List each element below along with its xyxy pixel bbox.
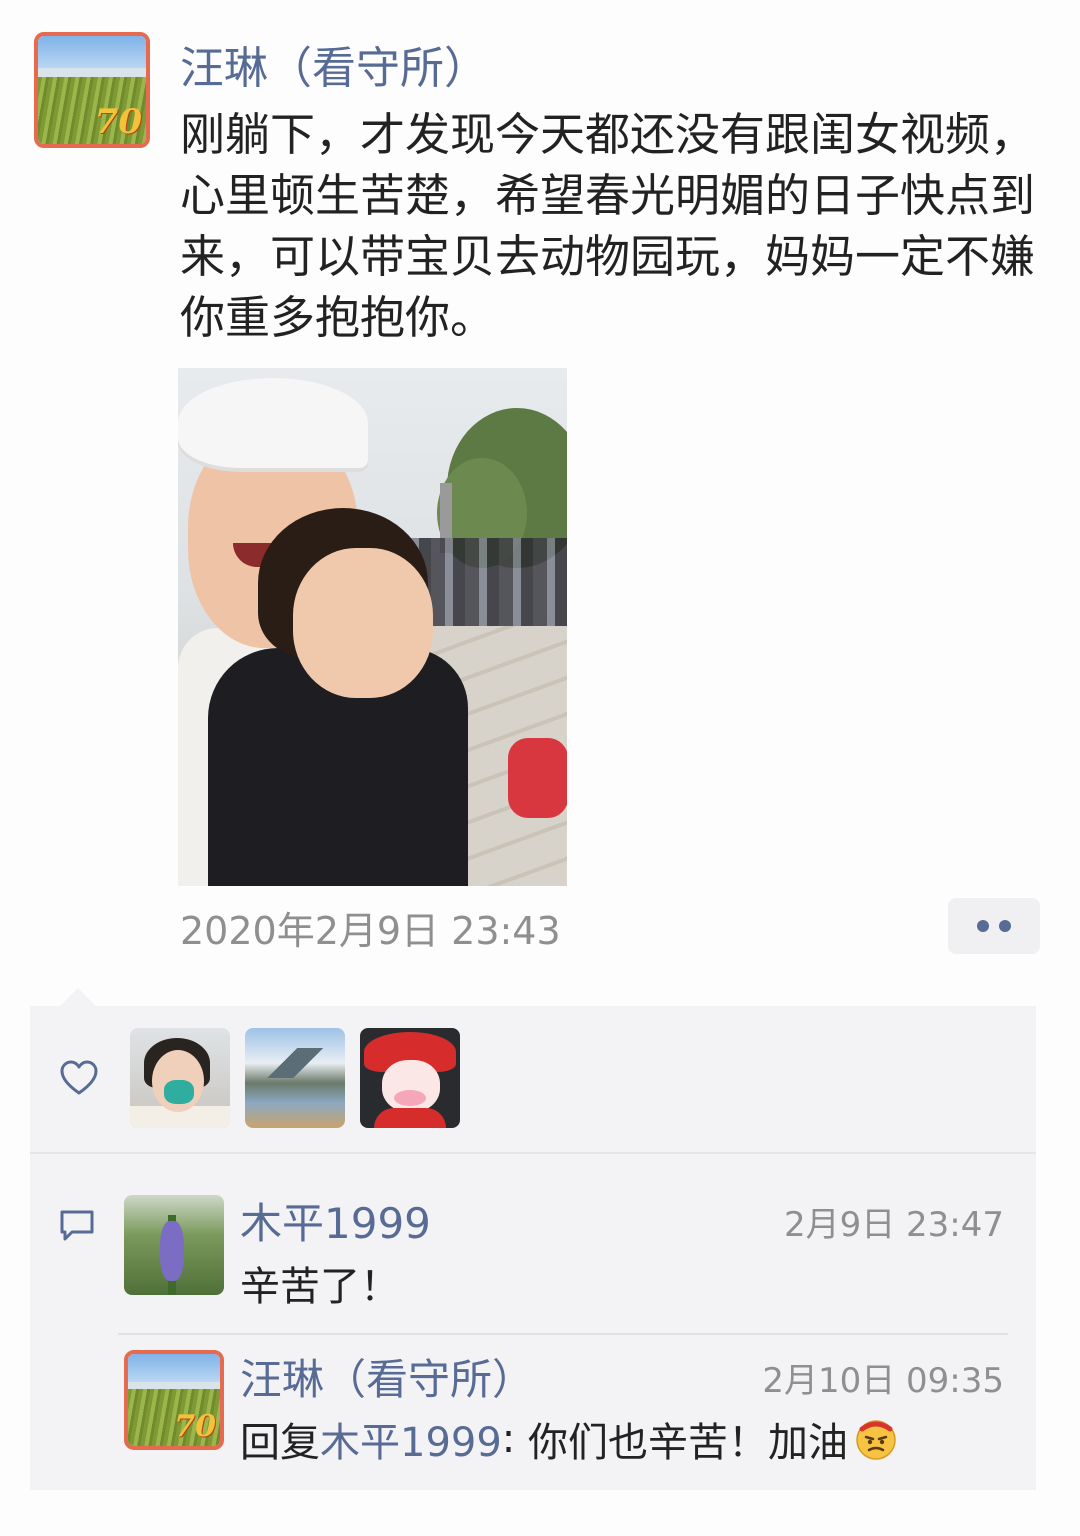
post-timestamp: 2020年2月9日 23:43 [180, 909, 561, 953]
reply-separator: : [501, 1416, 528, 1462]
liker-avatar[interactable] [360, 1028, 460, 1128]
reply-comment[interactable]: 回复 木平1999: 你们也辛苦！加油 [240, 1410, 898, 1468]
avatar-badge: 70 [94, 102, 142, 142]
comment-text[interactable]: 辛苦了！ [240, 1254, 400, 1312]
comment-time: 2月9日 23:47 [783, 1205, 1004, 1245]
reply-target-name[interactable]: 木平1999 [320, 1410, 502, 1468]
reply-prefix: 回复 [240, 1420, 320, 1466]
dot-icon [977, 920, 989, 932]
avatar-badge: 70 [174, 1409, 216, 1444]
post-photo[interactable] [178, 368, 567, 886]
commenter-name[interactable]: 木平1999 [240, 1190, 431, 1251]
moments-post: 70 汪琳（看守所） 刚躺下，才发现今天都还没有跟闺女视频，心里顿生苦楚，希望春… [0, 0, 1080, 1536]
comment-icon [60, 1210, 94, 1241]
commenter-avatar[interactable]: 70 [124, 1350, 224, 1450]
author-name[interactable]: 汪琳（看守所） [180, 32, 488, 96]
divider [30, 1152, 1036, 1154]
liker-avatar[interactable] [130, 1028, 230, 1128]
more-actions-button[interactable] [948, 898, 1040, 954]
reply-text: 你们也辛苦！加油 [528, 1420, 848, 1466]
divider [118, 1333, 1008, 1335]
post-text: 刚躺下，才发现今天都还没有跟闺女视频，心里顿生苦楚，希望春光明媚的日子快点到来，… [180, 108, 1036, 344]
commenter-name[interactable]: 汪琳（看守所） [240, 1346, 534, 1407]
dot-icon [999, 920, 1011, 932]
grimacing-face-emoji-icon [856, 1420, 896, 1460]
commenter-avatar[interactable] [124, 1195, 224, 1295]
author-avatar[interactable]: 70 [34, 32, 150, 148]
comment-time: 2月10日 09:35 [762, 1361, 1004, 1401]
liker-avatar[interactable] [245, 1028, 345, 1128]
heart-icon [60, 1060, 98, 1095]
panel-pointer [60, 988, 96, 1006]
